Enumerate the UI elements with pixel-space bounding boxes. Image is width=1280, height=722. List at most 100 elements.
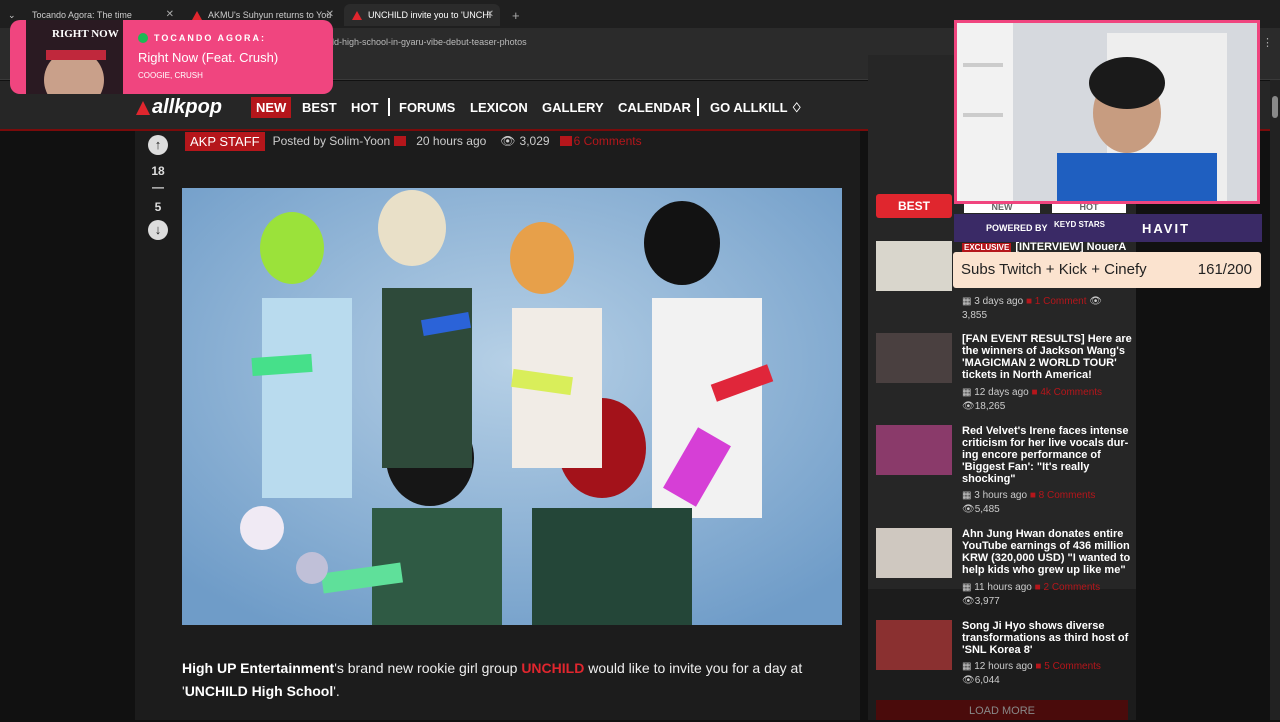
article-body: High UP Entertainment's brand new rookie… (182, 657, 842, 703)
author-line[interactable]: Posted by Solim-Yoon (273, 134, 391, 148)
news-thumbnail (876, 241, 952, 291)
school-name: UNCHILD High School (184, 683, 334, 699)
close-icon[interactable]: ✕ (326, 9, 334, 20)
article-meta: AKP STAFF Posted by Solim-Yoon 20 hours … (185, 131, 642, 151)
diamond-icon: ♢ (790, 100, 803, 115)
view-count: 3,029 (519, 134, 550, 148)
news-comments[interactable]: 8 Comments (1039, 490, 1096, 501)
downvote-count: 5 (154, 200, 162, 214)
comment-icon: ■ (1031, 387, 1038, 398)
news-time: 12 days ago (974, 387, 1029, 398)
body-text: 's brand new rookie girl group (334, 660, 522, 676)
webcam-overlay (954, 20, 1260, 204)
song-artist: COOGIE, CRUSH (138, 71, 203, 80)
news-thumbnail (876, 528, 952, 578)
album-art: RIGHT NOW (26, 20, 123, 94)
news-meta: ▦ 12 hours ago ■ 5 Comments 👁6,044 (962, 660, 1137, 688)
eye-icon: 👁 (500, 134, 516, 148)
now-playing-overlay: RIGHT NOW TOCANDO AGORA: Right Now (Feat… (10, 20, 333, 94)
logo-icon (136, 100, 150, 115)
news-thumbnail (876, 425, 952, 475)
nav-lexicon[interactable]: LEXICON (470, 100, 528, 115)
news-comments[interactable]: 1 Comment (1035, 296, 1087, 307)
news-meta: ▦ 3 hours ago ■ 8 Comments 👁5,485 (962, 489, 1137, 517)
news-views: 3,855 (962, 310, 988, 321)
close-icon[interactable]: ✕ (486, 9, 494, 20)
news-item[interactable]: [FAN EVENT RESULTS] Here are the winners… (876, 333, 1136, 415)
allkpop-favicon-icon (352, 10, 362, 20)
nav-calendar[interactable]: CALENDAR (618, 100, 691, 115)
news-title[interactable]: Ahn Jung Hwan donates entire YouTube ear… (962, 528, 1132, 576)
news-title[interactable]: Red Velvet's Irene faces intense critici… (962, 425, 1132, 485)
scrollbar[interactable] (1270, 80, 1280, 720)
nav-forums[interactable]: FORUMS (399, 100, 455, 115)
news-meta: ▦ 12 days ago ■ 4k Comments 👁18,265 (962, 386, 1137, 414)
news-meta: ▦ 3 days ago ■ 1 Comment 👁 3,855 (962, 295, 1137, 323)
calendar-icon: ▦ (962, 296, 972, 307)
news-title[interactable]: [FAN EVENT RESULTS] Here are the winners… (962, 333, 1132, 381)
eye-icon: 👁 (962, 504, 975, 515)
site-logo[interactable]: allkpop (136, 96, 222, 119)
tab-title: AKMU's Suhyun returns to You (208, 10, 332, 20)
tab-title: UNCHILD invite you to 'UNCHI (368, 10, 492, 20)
nav-best[interactable]: BEST (302, 100, 337, 115)
comment-icon (559, 136, 572, 146)
news-title[interactable]: Song Ji Hyo shows diverse transformation… (962, 620, 1132, 656)
news-views: 3,977 (974, 596, 1000, 607)
tab-title: Tocando Agora: The time (32, 10, 132, 20)
song-title: Right Now (Feat. Crush) (138, 50, 279, 65)
close-icon[interactable]: ✕ (166, 9, 174, 20)
news-item[interactable]: Red Velvet's Irene faces intense critici… (876, 425, 1136, 519)
nav-divider (388, 98, 390, 116)
news-thumbnail (876, 620, 952, 670)
logo-text: allkpop (152, 96, 223, 118)
group-photo-image (182, 188, 842, 625)
staff-badge[interactable]: AKP STAFF (185, 131, 265, 151)
teaser-photo (182, 188, 842, 625)
scroll-thumb[interactable] (1272, 96, 1278, 118)
upvote-button[interactable]: ↑ (148, 135, 168, 155)
news-comments[interactable]: 4k Comments (1040, 387, 1102, 398)
url-field[interactable]: ild-high-school-in-gyaru-vibe-debut-teas… (330, 37, 527, 47)
load-more-button[interactable]: LOAD MORE (876, 700, 1128, 720)
body-text: '. (333, 683, 340, 699)
news-meta: ▦ 11 hours ago ■ 2 Comments 👁3,977 (962, 581, 1137, 609)
eye-icon: 👁 (962, 596, 975, 607)
comment-icon: ■ (1035, 661, 1042, 672)
comment-icon: ■ (1025, 296, 1032, 307)
allkpop-favicon-icon (192, 10, 202, 20)
news-item[interactable]: Ahn Jung Hwan donates entire YouTube ear… (876, 528, 1136, 610)
news-thumbnail (876, 333, 952, 383)
agency-name: High UP Entertainment (182, 660, 335, 676)
sub-goal-label: Subs Twitch + Kick + Cinefy (961, 261, 1147, 278)
comment-icon: ■ (1029, 490, 1036, 501)
new-tab-button[interactable]: + (504, 4, 524, 26)
calendar-icon: ▦ (962, 661, 972, 672)
eye-icon: 👁 (962, 675, 975, 686)
calendar-icon: ▦ (962, 582, 972, 593)
sub-goal-count: 161/200 (1197, 261, 1252, 278)
nav-gallery[interactable]: GALLERY (542, 100, 604, 115)
comments-link[interactable]: 6 Comments (574, 134, 642, 148)
group-link[interactable]: UNCHILD (521, 660, 584, 676)
calendar-icon: ▦ (962, 387, 972, 398)
tab-3[interactable]: UNCHILD invite you to 'UNCHI ✕ (344, 4, 500, 26)
album-art-title: RIGHT NOW (52, 28, 119, 40)
nav-go-allkill[interactable]: GO ALLKILL ♢ (710, 100, 803, 116)
news-item[interactable]: Song Ji Hyo shows diverse transformation… (876, 620, 1136, 690)
nav-new[interactable]: NEW (251, 97, 292, 118)
powered-by-label: POWERED BY (986, 223, 1048, 233)
news-comments[interactable]: 2 Comments (1043, 582, 1100, 593)
sub-goal-overlay: Subs Twitch + Kick + Cinefy 161/200 (953, 252, 1261, 288)
news-views: 18,265 (974, 401, 1006, 412)
news-time: 3 hours ago (974, 490, 1028, 501)
chevron-down-icon: ⌄ (8, 9, 16, 20)
news-views: 5,485 (974, 504, 1000, 515)
menu-icon[interactable]: ⋮ (1262, 36, 1273, 49)
news-time: 12 hours ago (974, 661, 1033, 672)
nav-hot[interactable]: HOT (351, 100, 378, 115)
nav-label: GO ALLKILL (710, 100, 788, 115)
downvote-button[interactable]: ↓ (148, 220, 168, 240)
news-comments[interactable]: 5 Comments (1044, 661, 1101, 672)
tab-best[interactable]: BEST (876, 194, 952, 218)
